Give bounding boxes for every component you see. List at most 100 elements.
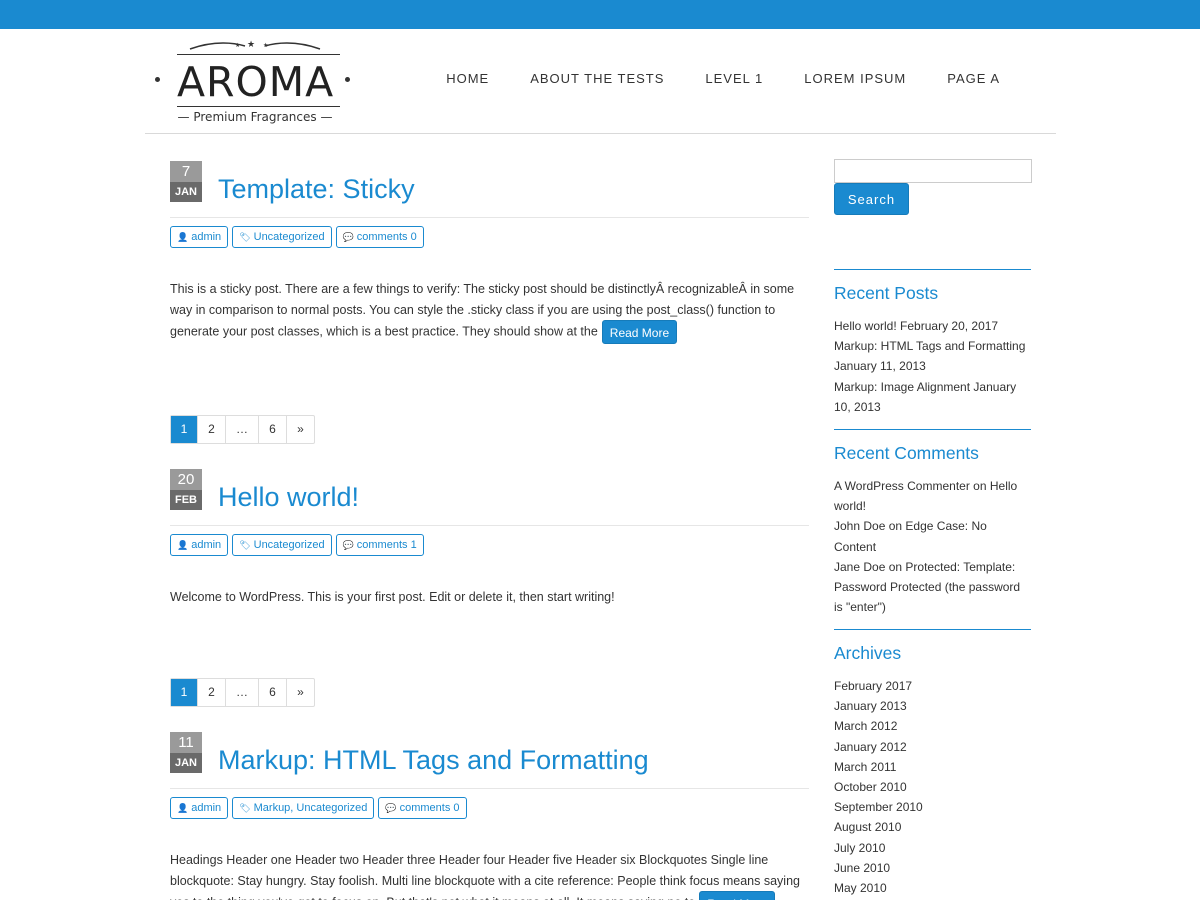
- archive-link[interactable]: February 2017: [834, 679, 912, 693]
- archive-link[interactable]: January 2013: [834, 699, 907, 713]
- archive-link[interactable]: October 2010: [834, 780, 907, 794]
- comment-author-link[interactable]: Jane Doe: [834, 560, 885, 574]
- recent-posts-list: Hello world! February 20, 2017 Markup: H…: [834, 316, 1031, 417]
- tag-icon: 🏷: [239, 803, 251, 813]
- recent-comments-list: A WordPress Commenter on Hello world! Jo…: [834, 476, 1031, 617]
- svg-text:★: ★: [235, 42, 240, 49]
- top-accent-bar: [0, 0, 1200, 29]
- author-tag[interactable]: 👤 admin: [170, 534, 229, 556]
- recent-post-date: January 11, 2013: [834, 359, 926, 374]
- recent-posts-widget: Recent Posts Hello world! February 20, 2…: [834, 269, 1031, 417]
- nav-level-1[interactable]: LEVEL 1: [705, 71, 763, 86]
- user-icon: 👤: [177, 540, 189, 550]
- post-excerpt: Welcome to WordPress. This is your first…: [170, 590, 615, 604]
- divider: [170, 217, 809, 218]
- tag-icon: 🏷: [239, 232, 251, 242]
- comment-on-text: on: [888, 559, 903, 574]
- post-date-badge: 7 JAN: [170, 161, 202, 202]
- nav-home[interactable]: HOME: [446, 71, 489, 86]
- post-month: JAN: [170, 753, 202, 773]
- page-link-2[interactable]: 2: [198, 416, 226, 443]
- author-tag[interactable]: 👤 admin: [170, 797, 229, 819]
- archive-link[interactable]: January 2012: [834, 740, 907, 754]
- logo-bottom-rule: [177, 106, 340, 107]
- comments-tag[interactable]: 💬 comments 0: [378, 797, 467, 819]
- post-title[interactable]: Markup: HTML Tags and Formatting: [218, 743, 649, 777]
- nav-page-a[interactable]: PAGE A: [947, 71, 1000, 86]
- svg-text:★: ★: [263, 42, 268, 49]
- page-next[interactable]: »: [287, 416, 314, 443]
- comments-icon: 💬: [342, 232, 354, 242]
- user-icon: 👤: [177, 803, 189, 813]
- logo-left-dot: [155, 77, 160, 82]
- read-more-button[interactable]: Read More: [699, 891, 775, 900]
- logo-top-rule: [177, 54, 340, 55]
- comment-on-text: on: [973, 479, 987, 493]
- page-ellipsis: …: [226, 416, 259, 443]
- logo-tagline: — Premium Fragrances —: [177, 110, 333, 124]
- search-button[interactable]: Search: [834, 183, 909, 215]
- category-tag[interactable]: 🏷 Markup, Uncategorized: [232, 797, 375, 819]
- page-link-1[interactable]: 1: [171, 416, 198, 443]
- comments-tag[interactable]: 💬 comments 0: [335, 226, 424, 248]
- archive-link[interactable]: June 2010: [834, 861, 890, 875]
- category-tag[interactable]: 🏷 Uncategorized: [232, 534, 332, 556]
- category-tag[interactable]: 🏷 Uncategorized: [232, 226, 332, 248]
- divider: [170, 525, 809, 526]
- widget-title: Archives: [834, 643, 902, 663]
- logo-right-dot: [345, 77, 350, 82]
- archives-list: February 2017 January 2013 March 2012 Ja…: [834, 676, 1031, 898]
- nav-about-the-tests[interactable]: ABOUT THE TESTS: [530, 71, 664, 86]
- post-title[interactable]: Template: Sticky: [218, 172, 415, 206]
- post-excerpt: Headings Header one Header two Header th…: [170, 850, 809, 900]
- page-ellipsis: …: [226, 679, 259, 706]
- post-meta: 👤 admin 🏷 Markup, Uncategorized 💬 comments …: [170, 797, 471, 819]
- page-link-2[interactable]: 2: [198, 679, 226, 706]
- archive-link[interactable]: September 2010: [834, 800, 923, 814]
- archives-widget: Archives February 2017 January 2013 Marc…: [834, 629, 1031, 898]
- post-day: 11: [170, 732, 202, 753]
- pagination: 1 2 … 6 »: [170, 678, 315, 707]
- post-title[interactable]: Hello world!: [218, 480, 359, 514]
- recent-post-link[interactable]: Markup: Image Alignment: [834, 380, 970, 394]
- archive-link[interactable]: July 2010: [834, 841, 885, 855]
- archive-link[interactable]: March 2012: [834, 719, 897, 733]
- recent-post-link[interactable]: Markup: HTML Tags and Formatting: [834, 339, 1025, 353]
- post-date-badge: 20 FEB: [170, 469, 202, 510]
- comment-author-link[interactable]: A WordPress Commenter: [834, 479, 970, 493]
- tag-icon: 🏷: [239, 540, 251, 550]
- main-nav: HOME ABOUT THE TESTS LEVEL 1 LOREM IPSUM…: [405, 71, 1000, 86]
- nav-lorem-ipsum[interactable]: LOREM IPSUM: [804, 71, 906, 86]
- comment-author-link[interactable]: John Doe: [834, 519, 885, 533]
- page-link-1[interactable]: 1: [171, 679, 198, 706]
- recent-post-date: February 20, 2017: [900, 319, 999, 333]
- post-date-badge: 11 JAN: [170, 732, 202, 773]
- logo-wordmark: AROMA: [177, 58, 335, 106]
- comments-icon: 💬: [342, 540, 354, 550]
- comment-on-text: on: [888, 519, 903, 534]
- post-day: 20: [170, 469, 202, 490]
- archive-link[interactable]: May 2010: [834, 881, 887, 895]
- comments-icon: 💬: [385, 803, 397, 813]
- post-excerpt: This is a sticky post. There are a few t…: [170, 279, 809, 344]
- archive-link[interactable]: March 2011: [834, 760, 896, 774]
- post-month: JAN: [170, 182, 202, 202]
- page-link-6[interactable]: 6: [259, 679, 287, 706]
- post-month: FEB: [170, 490, 202, 510]
- search-input[interactable]: [834, 159, 1032, 183]
- post-day: 7: [170, 161, 202, 182]
- author-tag[interactable]: 👤 admin: [170, 226, 229, 248]
- post-meta: 👤 admin 🏷 Uncategorized 💬 comments 0: [170, 226, 428, 248]
- read-more-button[interactable]: Read More: [601, 320, 678, 344]
- post-meta: 👤 admin 🏷 Uncategorized 💬 comments 1: [170, 534, 428, 556]
- archive-link[interactable]: August 2010: [834, 820, 901, 834]
- recent-comments-widget: Recent Comments A WordPress Commenter on…: [834, 429, 1031, 617]
- page-link-6[interactable]: 6: [259, 416, 287, 443]
- widget-title: Recent Comments: [834, 443, 979, 463]
- divider: [170, 788, 809, 789]
- recent-post-link[interactable]: Hello world!: [834, 319, 897, 333]
- site-logo[interactable]: ★ ★ ★ AROMA — Premium Fragrances —: [155, 37, 355, 129]
- page-next[interactable]: »: [287, 679, 314, 706]
- comments-tag[interactable]: 💬 comments 1: [335, 534, 424, 556]
- user-icon: 👤: [177, 232, 189, 242]
